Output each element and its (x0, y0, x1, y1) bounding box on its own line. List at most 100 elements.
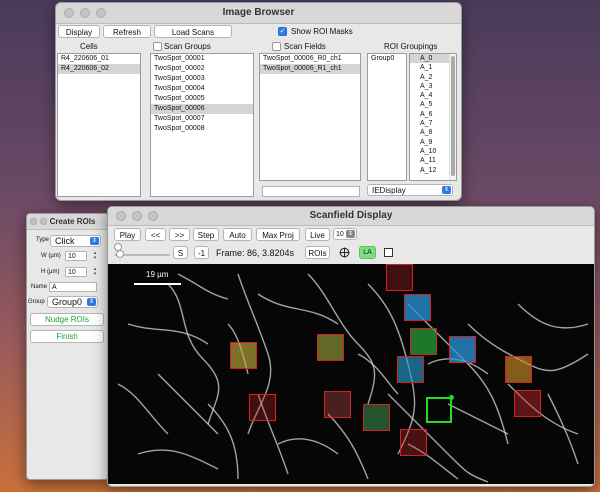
list-item[interactable]: TwoSpot_00004 (151, 84, 253, 94)
list-item[interactable]: TwoSpot_00006 (151, 104, 253, 114)
roi-box[interactable] (449, 336, 476, 363)
roi-box[interactable] (324, 391, 351, 418)
list-item[interactable]: TwoSpot_00002 (151, 64, 253, 74)
dendrite-stroke (207, 403, 239, 480)
s-button[interactable]: S (173, 246, 188, 259)
rois-button[interactable]: ROIs (305, 246, 330, 259)
scan-image-canvas[interactable]: 19 µm (108, 264, 594, 484)
refresh-button[interactable]: Refresh (103, 25, 151, 38)
image-browser-titlebar[interactable]: Image Browser (56, 3, 461, 24)
height-field[interactable]: 10 (65, 267, 87, 277)
list-item[interactable]: TwoSpot_00003 (151, 74, 253, 84)
roi-box[interactable] (514, 390, 541, 417)
scan-fields-header: Scan Fields (284, 42, 326, 51)
close-window-icon[interactable] (116, 211, 126, 221)
step-button[interactable]: Step (193, 228, 219, 241)
roi-group-item[interactable]: Group0 (368, 54, 406, 64)
list-item[interactable]: TwoSpot_00006_R0_ch1 (260, 54, 360, 64)
cells-list[interactable]: R4_220606_01 R4_220606_02 (57, 53, 141, 197)
next-button[interactable]: >> (169, 228, 190, 241)
width-stepper[interactable]: ▴ ▾ (92, 251, 98, 261)
chevron-updown-icon: ⇕ (90, 237, 99, 245)
create-rois-titlebar[interactable]: Create ROIs (27, 214, 108, 230)
slider-thumb[interactable] (116, 250, 124, 258)
roi-box[interactable] (397, 356, 424, 383)
auto-button[interactable]: Auto (223, 228, 252, 241)
window-title: Image Browser (222, 7, 295, 18)
roi-box[interactable] (386, 264, 413, 291)
dendrite-stroke (127, 323, 209, 345)
roi-box[interactable] (230, 342, 257, 369)
group-value: Group0 (52, 297, 83, 307)
list-item[interactable]: TwoSpot_00001 (151, 54, 253, 64)
dendrite-stroke (157, 373, 219, 435)
roi-box[interactable] (404, 294, 431, 321)
active-roi-handle[interactable] (449, 395, 454, 400)
scan-field-filter-input[interactable] (262, 186, 360, 197)
previous-button[interactable]: << (145, 228, 166, 241)
display-mode-select[interactable]: IEDisplay ⇕ (367, 184, 453, 196)
scan-groups-header: Scan Groups (164, 42, 211, 51)
display-button[interactable]: Display (58, 25, 100, 38)
dendrite-stroke (357, 353, 399, 395)
roi-box[interactable] (317, 334, 344, 361)
list-item[interactable]: TwoSpot_00005 (151, 94, 253, 104)
show-roi-masks-checkbox[interactable]: ✓ (278, 27, 287, 36)
dendrite-stroke (447, 403, 509, 435)
list-item[interactable]: R4_220606_02 (58, 64, 140, 74)
scanfield-display-window: Scanfield Display Play << >> Step Auto M… (107, 206, 595, 487)
close-window-icon[interactable] (64, 8, 74, 18)
roi-box[interactable] (400, 429, 427, 456)
play-button[interactable]: Play (114, 228, 141, 241)
list-item[interactable]: TwoSpot_00006_R1_ch1 (260, 64, 360, 74)
roi-items-scrollbar[interactable] (449, 54, 456, 180)
frame-readout: Frame: 86, 3.8204s (216, 248, 295, 258)
width-field[interactable]: 10 (65, 251, 87, 261)
dendrite-stroke (327, 413, 369, 480)
nudge-rois-button[interactable]: Nudge ROIs (30, 313, 104, 326)
live-button[interactable]: Live (305, 228, 330, 241)
height-stepper[interactable]: ▴ ▾ (92, 267, 98, 277)
list-item[interactable]: TwoSpot_00007 (151, 114, 253, 124)
window-title: Scanfield Display (309, 210, 393, 221)
list-item[interactable]: TwoSpot_00008 (151, 124, 253, 134)
zoom-window-icon[interactable] (148, 211, 158, 221)
frame-slider[interactable] (114, 244, 170, 258)
active-roi-box[interactable] (426, 397, 452, 423)
minimize-window-icon[interactable] (132, 211, 142, 221)
dendrite-stroke (167, 283, 220, 425)
type-select[interactable]: Click ⇕ (50, 235, 101, 247)
scan-groups-list[interactable]: TwoSpot_00001 TwoSpot_00002 TwoSpot_00003 T… (150, 53, 254, 197)
minimize-window-icon[interactable] (80, 8, 90, 18)
scan-fields-list[interactable]: TwoSpot_00006_R0_ch1 TwoSpot_00006_R1_ch1 (259, 53, 361, 181)
group-label: Group (28, 299, 45, 305)
max-proj-button[interactable]: Max Proj (256, 228, 300, 241)
scan-groups-checkbox[interactable] (153, 42, 162, 51)
zoom-window-icon[interactable] (96, 8, 106, 18)
roi-box[interactable] (363, 404, 390, 431)
group-select[interactable]: Group0 ⇕ (47, 296, 98, 308)
scan-fields-checkbox[interactable] (272, 42, 281, 51)
square-toggle[interactable] (384, 248, 393, 257)
roi-group-list[interactable]: Group0 (367, 53, 407, 181)
scrollbar-thumb[interactable] (451, 56, 455, 176)
roi-box[interactable] (505, 356, 532, 383)
finish-button[interactable]: Finish (30, 330, 104, 343)
name-field[interactable]: A (49, 282, 97, 292)
list-item[interactable]: R4_220606_01 (58, 54, 140, 64)
load-scans-button[interactable]: Load Scans (154, 25, 232, 38)
roi-box[interactable] (410, 328, 437, 355)
la-toggle[interactable]: LA (359, 246, 376, 259)
window-title: Create ROIs (49, 217, 96, 226)
crosshair-icon[interactable] (339, 247, 350, 258)
height-label: H (µm) (41, 269, 60, 275)
roi-items-list[interactable]: A_0 A_1 A_2 A_3 A_4 A_5 A_6 A_7 A_8 A_9 A_10 A_11 A_… (409, 53, 457, 181)
scanfield-titlebar[interactable]: Scanfield Display (108, 207, 594, 226)
minimize-window-icon[interactable] (40, 218, 47, 225)
close-window-icon[interactable] (30, 218, 37, 225)
roi-box[interactable] (249, 394, 276, 421)
minus-one-button[interactable]: -1 (194, 246, 209, 259)
dendrite-stroke (177, 273, 229, 300)
live-interval-select[interactable]: 10 ⇕ (333, 228, 357, 240)
frame-slider-top-thumb[interactable] (114, 243, 122, 251)
